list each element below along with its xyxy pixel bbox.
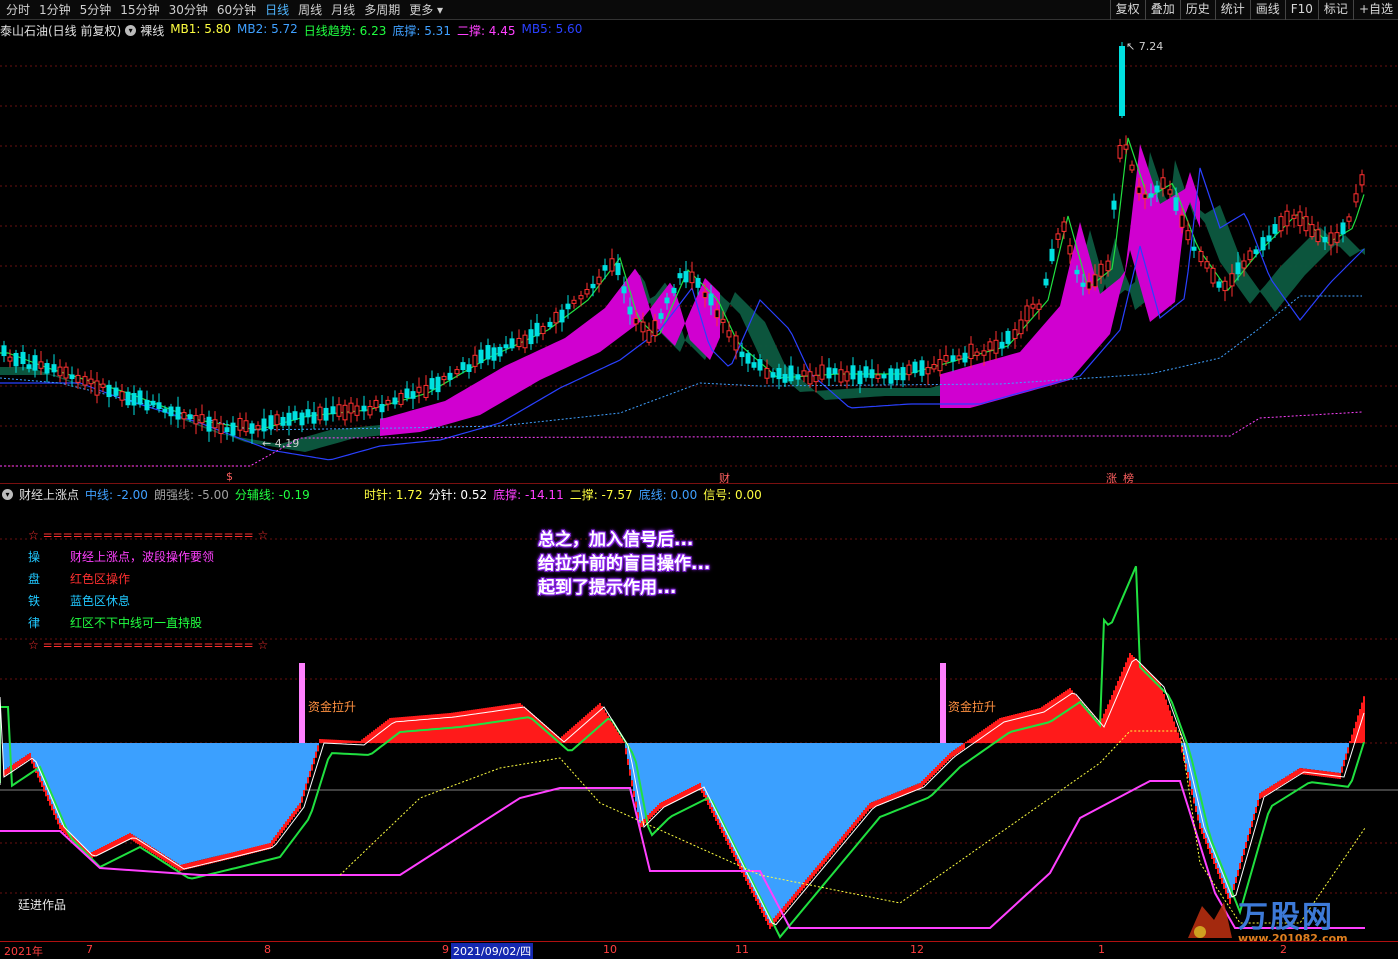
axis-label: 2021年 [4,945,43,958]
sub-right-indicator-3: 二撑: -7.57 [569,487,633,502]
sub-right-indicator-4: 底线: 0.00 [638,487,698,502]
sub-right-indicator-0: 时针: 1.72 [364,487,423,502]
legend-item: 铁 蓝色区休息 [0,590,268,612]
time-axis: 2021年 7 8 9 2021/09/02/四 10 11 12 1 2 [0,941,1398,959]
strategy-legend: ☆ ===================== ☆ 操 财经上涨点，波段操作要领盘… [0,524,268,656]
sub-indicator-left: 中线: -2.00 朗强线: -5.00 分辅线: -0.19 [85,486,316,503]
axis-label: 8 [264,943,271,956]
legend-separator: ☆ ===================== ☆ [28,638,269,652]
indicator-title[interactable]: 财经上涨点 [19,486,79,503]
legend-key: 铁 [28,594,41,608]
sub-indicator-right: 时针: 1.72 分针: 0.52 底撑: -14.11 二撑: -7.57 底线: 0… [364,486,768,503]
stock-title: 泰山石油(日线 前复权) [0,23,122,38]
note-line: 起到了提示作用... [538,578,677,598]
marker-dollar[interactable]: $ [226,470,233,483]
candlestick-chart[interactable] [0,38,1398,483]
signal-label-2: 资金拉升 [948,700,997,714]
sub-chart-header: ▾ 财经上涨点 中线: -2.00 朗强线: -5.00 分辅线: -0.19 时针… [0,485,762,503]
chevron-down-icon[interactable]: ▾ [2,488,13,500]
tool-button-5[interactable]: F10 [1284,0,1318,20]
legend-item: 操 财经上涨点，波段操作要领 [0,546,268,568]
tab-5[interactable]: 60分钟 [217,0,256,20]
tab-4[interactable]: 30分钟 [169,0,208,20]
sub-right-indicator-2: 底撑: -14.11 [493,487,564,502]
sub-left-indicator-1: 朗强线: -5.00 [153,487,229,502]
main-indicator-list: MB1: 5.80 MB2: 5.72 日线趋势: 6.23 底撑: 5.31 二撑: … [170,22,588,39]
main-indicator-0: MB1: 5.80 [170,21,231,36]
period-tabs: 分时 1分钟 5分钟 15分钟 30分钟 60分钟 日线 周线 月线 多周期 更多 ▾ [0,0,452,20]
tab-8[interactable]: 月线 [331,0,355,20]
legend-text: 财经上涨点，波段操作要领 [70,550,215,564]
annotation-note: 总之，加入信号后... 给拉升前的盲目操作... 起到了提示作用... [538,528,710,600]
axis-label: 12 [910,943,924,956]
tab-1[interactable]: 1分钟 [39,0,71,20]
sub-right-indicator-5: 信号: 0.00 [703,487,762,502]
sub-left-indicator-2: 分辅线: -0.19 [234,487,310,502]
low-price-label: ← 4.19 [262,437,300,450]
tab-10[interactable]: 更多 ▾ [409,0,443,20]
legend-key: 操 [28,550,41,564]
main-indicator-5: MB5: 5.60 [521,21,583,36]
axis-cursor-label: 2021/09/02/四 [451,943,534,959]
sub-right-indicator-1: 分针: 0.52 [428,487,488,502]
tab-2[interactable]: 5分钟 [80,0,112,20]
tool-button-7[interactable]: +自选 [1352,0,1398,20]
legend-text: 红区不下中线可一直持股 [70,616,203,630]
tool-buttons: 复权 叠加 历史 统计 画线 F10 标记 +自选 [1109,0,1398,20]
tool-button-4[interactable]: 画线 [1249,0,1285,20]
tab-6[interactable]: 日线 [265,0,289,20]
axis-label: 7 [86,943,93,956]
chevron-down-icon[interactable]: ▾ [125,24,137,36]
note-line: 总之，加入信号后... [538,530,694,550]
legend-key: 律 [28,616,41,630]
tab-0[interactable]: 分时 [6,0,30,20]
axis-label: 10 [603,943,617,956]
axis-label: 2 [1280,943,1287,956]
tool-button-2[interactable]: 历史 [1179,0,1215,20]
tab-7[interactable]: 周线 [298,0,322,20]
watermark-title: 万股网 [1238,900,1334,935]
signal-label-1: 资金拉升 [308,700,357,714]
tab-3[interactable]: 15分钟 [120,0,159,20]
author-credit: 廷进作品 [18,898,67,912]
main-indicator-2: 日线趋势: 6.23 [303,23,387,38]
main-indicator-3: 底撑: 5.31 [392,23,451,38]
high-price-label: ↖ 7.24 [1126,40,1164,53]
sub-left-indicator-0: 中线: -2.00 [85,487,148,502]
tool-button-1[interactable]: 叠加 [1144,0,1180,20]
legend-text: 蓝色区休息 [70,594,131,608]
axis-label: 9 [442,943,449,956]
note-line: 给拉升前的盲目操作... [538,554,711,574]
axis-label: 1 [1098,943,1105,956]
main-chart-header: 泰山石油(日线 前复权) ▾ 裸线 MB1: 5.80 MB2: 5.72 日线趋势… [0,21,594,39]
axis-label: 11 [735,943,749,956]
main-indicator-4: 二撑: 4.45 [456,23,516,38]
legend-key: 盘 [28,572,41,586]
legend-separator: ☆ ===================== ☆ [28,528,269,542]
main-indicator-1: MB2: 5.72 [237,21,298,36]
tool-button-3[interactable]: 统计 [1214,0,1250,20]
tool-button-6[interactable]: 标记 [1317,0,1353,20]
legend-item: 律 红区不下中线可一直持股 [0,612,268,634]
tab-9[interactable]: 多周期 [364,0,400,20]
legend-item: 盘 红色区操作 [0,568,268,590]
legend-text: 红色区操作 [70,572,131,586]
pane-divider[interactable] [0,483,1398,484]
period-toolbar: 分时 1分钟 5分钟 15分钟 30分钟 60分钟 日线 周线 月线 多周期 更多 ▾ 复权 叠加 历史… [0,0,1398,20]
tool-button-0[interactable]: 复权 [1109,0,1145,20]
indicator-areas [3,653,1365,929]
chart-mode[interactable]: 裸线 [140,22,164,39]
